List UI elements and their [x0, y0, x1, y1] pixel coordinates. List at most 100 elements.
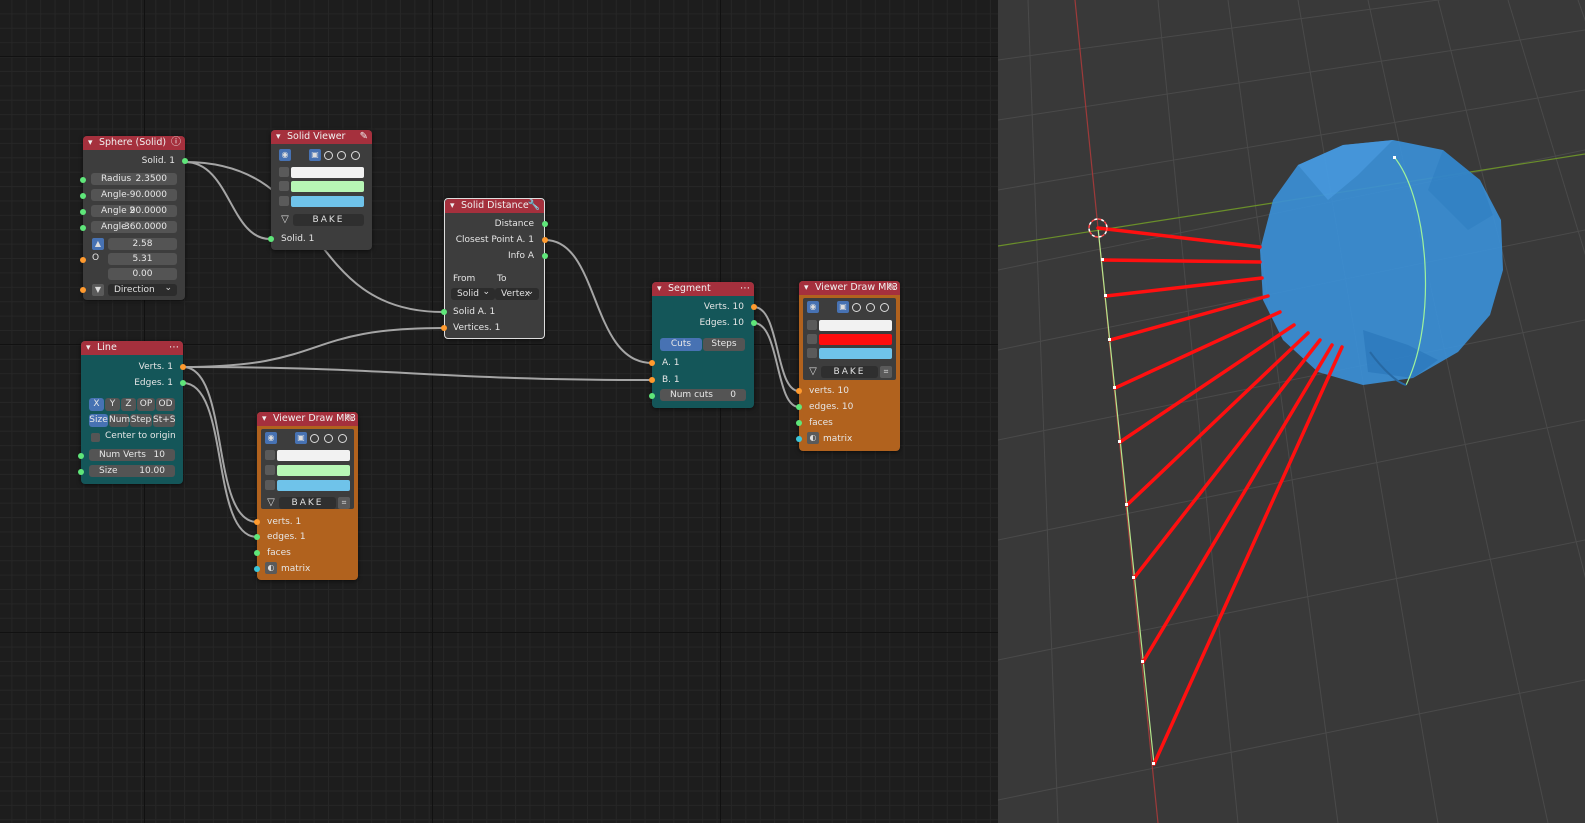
draw-mode-icon[interactable]	[324, 434, 333, 443]
vertex-color-swatch[interactable]	[819, 320, 892, 331]
vector-x-field[interactable]: 2.58	[108, 238, 177, 250]
output-socket[interactable]	[542, 237, 548, 243]
center-origin-checkbox[interactable]	[91, 433, 100, 442]
vector-z-field[interactable]: 0.00	[108, 268, 177, 280]
funnel-icon[interactable]: ▽	[265, 497, 277, 509]
segment-node[interactable]: Segment⋯ Verts. 10 Edges. 10 Cuts Steps …	[649, 282, 757, 408]
node-header[interactable]: Viewer Draw Mk3✎	[799, 281, 900, 295]
node-header[interactable]: Segment ⋯	[652, 282, 754, 296]
mode-num-button[interactable]: Num	[109, 414, 130, 427]
eye-icon[interactable]: ◉	[265, 432, 277, 444]
node-header[interactable]: Sphere (Solid) ⓘ	[83, 136, 185, 150]
axis-x-button[interactable]: X	[89, 398, 104, 411]
cube-icon[interactable]: ▣	[295, 432, 307, 444]
vertex-color-swatch[interactable]	[277, 450, 350, 461]
grip-icon[interactable]: ⋯	[740, 282, 750, 296]
draw-mode-icon[interactable]	[880, 303, 889, 312]
eye-icon[interactable]: ◉	[807, 301, 819, 313]
output-socket[interactable]	[180, 380, 186, 386]
axis-z-button[interactable]: Z	[121, 398, 136, 411]
tab-cuts[interactable]: Cuts	[660, 338, 702, 351]
input-socket[interactable]	[796, 436, 802, 442]
edge-color-swatch[interactable]	[291, 181, 364, 192]
direction-dropdown[interactable]: Direction	[108, 282, 177, 296]
solid-distance-node[interactable]: Solid Distance🔧 Distance Closest Point A…	[441, 198, 548, 339]
solid-viewer-node[interactable]: Solid Viewer ✎ ◉ ▣ ▽ BAKE Solid. 1	[268, 130, 372, 250]
grip-icon[interactable]: ⋯	[169, 341, 179, 355]
radius-field[interactable]: Radius 2.3500	[91, 173, 177, 185]
output-socket[interactable]	[542, 221, 548, 227]
from-dropdown[interactable]: Solid	[451, 286, 495, 300]
input-socket[interactable]	[80, 193, 86, 199]
mode-step-button[interactable]: Step	[130, 414, 152, 427]
input-socket[interactable]	[80, 287, 86, 293]
draw-mode-icon[interactable]	[337, 151, 346, 160]
pencil-icon[interactable]: ✎	[360, 130, 368, 144]
vector-y-field[interactable]: 5.31	[108, 253, 177, 265]
axis-y-button[interactable]: Y	[105, 398, 120, 411]
matrix-icon[interactable]: ⌗	[880, 366, 892, 378]
cube-icon[interactable]: ▣	[309, 149, 321, 161]
vector-toggle-icon[interactable]: ▲	[92, 238, 104, 250]
collapse-icon[interactable]: ▼	[92, 284, 104, 296]
line-node[interactable]: Line ⋯ Verts. 1 Edges. 1 X Y Z OP OD Size…	[78, 341, 186, 484]
to-dropdown[interactable]: Vertex	[495, 286, 539, 300]
wrench-icon[interactable]: 🔧	[528, 199, 540, 213]
axis-od-button[interactable]: OD	[156, 398, 175, 411]
output-socket[interactable]	[751, 320, 757, 326]
cube-icon[interactable]: ▣	[837, 301, 849, 313]
vertex-color-swatch[interactable]	[291, 167, 364, 178]
face-color-swatch[interactable]	[291, 196, 364, 207]
input-socket[interactable]	[78, 469, 84, 475]
funnel-icon[interactable]: ▽	[279, 214, 291, 226]
draw-mode-icon[interactable]	[310, 434, 319, 443]
angle-field[interactable]: Angle -90.0000	[91, 189, 177, 201]
output-socket[interactable]	[180, 364, 186, 370]
face-color-swatch[interactable]	[819, 348, 892, 359]
size-field[interactable]: Size 10.00	[89, 465, 175, 477]
output-socket[interactable]	[542, 253, 548, 259]
mode-sts-button[interactable]: St+S	[153, 414, 176, 427]
draw-mode-icon[interactable]	[866, 303, 875, 312]
bake-button[interactable]: BAKE	[293, 214, 364, 226]
draw-mode-icon[interactable]	[852, 303, 861, 312]
input-socket[interactable]	[80, 209, 86, 215]
num-cuts-field[interactable]: Num cuts 0	[660, 389, 746, 401]
axis-op-button[interactable]: OP	[137, 398, 155, 411]
matrix-icon[interactable]: ⌗	[338, 497, 350, 509]
input-socket[interactable]	[80, 257, 86, 263]
sphere-solid-node[interactable]: Sphere (Solid) ⓘ Solid. 1 Radius2.3500 An…	[80, 136, 188, 300]
tab-steps[interactable]: Steps	[703, 338, 745, 351]
output-socket[interactable]	[751, 304, 757, 310]
input-socket[interactable]	[254, 566, 260, 572]
angle3-field[interactable]: Angle 360.0000	[91, 221, 177, 233]
3d-viewport[interactable]	[998, 0, 1585, 823]
eye-icon[interactable]: ◉	[279, 149, 291, 161]
funnel-icon[interactable]: ▽	[807, 366, 819, 378]
viewer-draw-node-2[interactable]: Viewer Draw Mk3✎ ◉ ▣ ▽ BAKE ⌗ verts. 10 …	[796, 281, 900, 451]
edge-color-swatch[interactable]	[819, 334, 892, 345]
bake-button[interactable]: BAKE	[279, 497, 336, 509]
draw-mode-icon[interactable]	[324, 151, 333, 160]
face-color-swatch[interactable]	[277, 480, 350, 491]
viewer-draw-node-1[interactable]: Viewer Draw Mk3✎ ◉ ▣ ▽ BAKE ⌗ verts. 1 e…	[254, 412, 358, 580]
edge-color-swatch[interactable]	[277, 465, 350, 476]
angle2-field[interactable]: Angle 2 90.0000	[91, 205, 177, 217]
input-socket[interactable]	[649, 393, 655, 399]
input-socket[interactable]	[78, 453, 84, 459]
node-editor[interactable]: Sphere (Solid) ⓘ Solid. 1 Radius2.3500 An…	[0, 0, 998, 823]
mode-size-button[interactable]: Size	[89, 414, 108, 427]
pencil-icon[interactable]: ✎	[346, 412, 354, 426]
output-socket[interactable]	[182, 158, 188, 164]
node-header[interactable]: Line ⋯	[81, 341, 183, 355]
draw-mode-icon[interactable]	[351, 151, 360, 160]
num-verts-field[interactable]: Num Verts 10	[89, 449, 175, 461]
pencil-icon[interactable]: ✎	[888, 281, 896, 295]
draw-mode-icon[interactable]	[338, 434, 347, 443]
node-header[interactable]: Solid Distance🔧	[445, 199, 544, 213]
bake-button[interactable]: BAKE	[821, 366, 878, 378]
node-header[interactable]: Viewer Draw Mk3✎	[257, 412, 358, 426]
node-header[interactable]: Solid Viewer ✎	[271, 130, 372, 144]
input-socket[interactable]	[80, 225, 86, 231]
info-icon[interactable]: ⓘ	[171, 136, 181, 150]
